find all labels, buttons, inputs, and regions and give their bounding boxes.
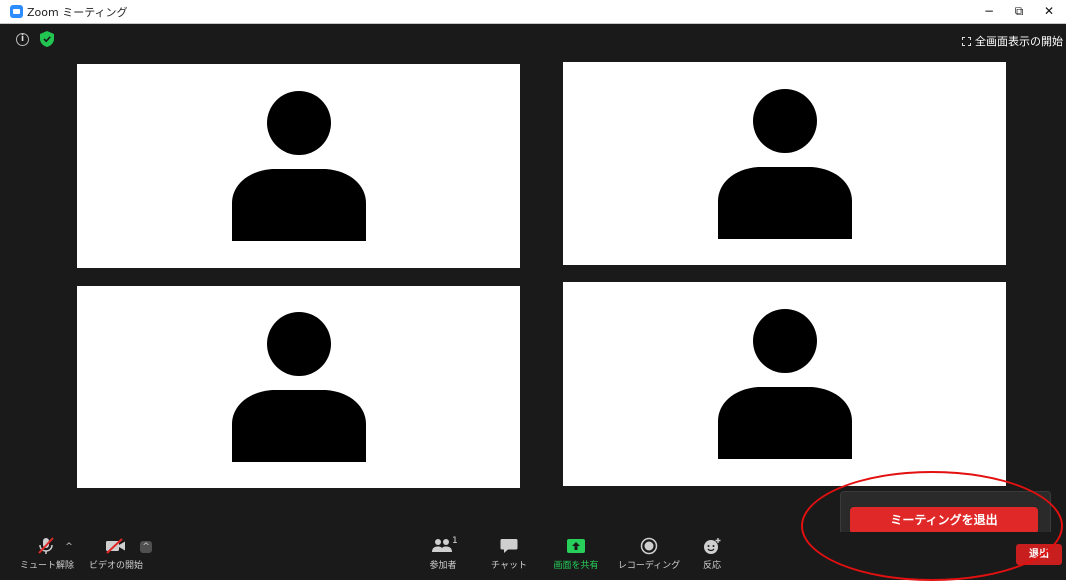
participants-label: 参加者 bbox=[429, 561, 457, 571]
window-title: Zoom ミーティング bbox=[27, 6, 128, 19]
title-bar: Zoom ミーティング − ⧉ ✕ bbox=[0, 0, 1066, 24]
video-tile-participant-4[interactable] bbox=[563, 282, 1006, 486]
share-screen-icon bbox=[567, 539, 585, 553]
unmute-label: ミュート解除 bbox=[19, 561, 75, 571]
fullscreen-icon bbox=[962, 36, 971, 46]
audio-options-caret[interactable]: ^ bbox=[63, 541, 75, 553]
chat-bubble-icon bbox=[500, 539, 518, 553]
reactions-label: 反応 bbox=[702, 561, 722, 571]
video-tile-participant-3[interactable] bbox=[77, 286, 520, 488]
reaction-emoji-icon bbox=[704, 538, 721, 554]
participants-icon bbox=[432, 539, 452, 552]
avatar-icon bbox=[231, 312, 366, 462]
info-icon[interactable]: i bbox=[16, 33, 29, 46]
share-screen-label: 画面を共有 bbox=[553, 561, 599, 571]
zoom-app-icon bbox=[10, 5, 23, 18]
chat-label: チャット bbox=[491, 561, 527, 571]
annotation-highlight-ellipse bbox=[801, 471, 1063, 581]
encryption-shield-icon[interactable] bbox=[40, 31, 54, 47]
avatar-icon bbox=[231, 91, 366, 241]
avatar-icon bbox=[717, 88, 852, 239]
minimize-button[interactable]: − bbox=[972, 0, 1006, 22]
video-options-caret[interactable]: ^ bbox=[140, 541, 152, 553]
start-video-label: ビデオの開始 bbox=[88, 561, 144, 571]
record-icon bbox=[640, 537, 658, 555]
close-button[interactable]: ✕ bbox=[1032, 0, 1066, 22]
record-label: レコーディング bbox=[617, 561, 681, 571]
participants-count: 1 bbox=[452, 536, 458, 546]
microphone-muted-icon bbox=[38, 537, 54, 554]
video-camera-off-icon bbox=[106, 538, 125, 554]
fullscreen-label: 全画面表示の開始 bbox=[975, 35, 1063, 48]
video-tile-participant-2[interactable] bbox=[563, 62, 1006, 265]
fullscreen-button[interactable]: 全画面表示の開始 bbox=[962, 31, 1063, 51]
video-tile-participant-1[interactable] bbox=[77, 64, 520, 268]
restore-button[interactable]: ⧉ bbox=[1002, 0, 1036, 22]
avatar-icon bbox=[717, 309, 852, 459]
